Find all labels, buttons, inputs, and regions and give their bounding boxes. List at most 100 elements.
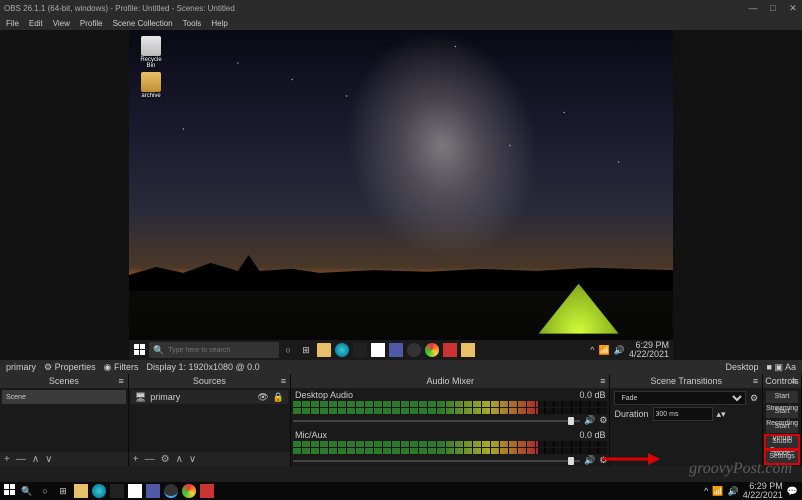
taskview-icon[interactable]: ⊞ xyxy=(56,484,70,498)
menu-help[interactable]: Help xyxy=(211,19,227,28)
search-icon[interactable]: 🔍 xyxy=(20,484,34,498)
up-icon[interactable]: ∧ xyxy=(176,454,183,465)
source-name-label: primary xyxy=(6,362,36,372)
chrome-icon[interactable] xyxy=(425,343,439,357)
tray-up-icon[interactable]: ^ xyxy=(590,345,594,355)
menu-bar: File Edit View Profile Scene Collection … xyxy=(0,16,802,30)
preview-area: Recycle Bin archive 🔍 ○ ⊞ xyxy=(0,30,802,360)
scenes-toolbar: + — ∧ ∨ xyxy=(0,452,128,466)
app-icon-1[interactable] xyxy=(353,343,367,357)
mixer-header: Audio Mixer≡ xyxy=(291,374,610,388)
edge-icon[interactable] xyxy=(335,343,349,357)
filters-button[interactable]: ◉ Filters xyxy=(104,362,139,373)
captured-clock[interactable]: 6:29 PM 4/22/2021 xyxy=(629,341,669,359)
add-icon[interactable]: + xyxy=(133,454,139,465)
gear-icon[interactable]: ⚙ xyxy=(599,455,607,466)
transition-select[interactable]: Fade xyxy=(614,391,746,405)
menu-icon[interactable]: ≡ xyxy=(600,376,605,386)
store-icon[interactable] xyxy=(128,484,142,498)
folder-open-icon[interactable] xyxy=(461,343,475,357)
menu-edit[interactable]: Edit xyxy=(29,19,43,28)
dock-icons[interactable]: ■ ▣ Aa xyxy=(767,362,796,373)
menu-profile[interactable]: Profile xyxy=(80,19,103,28)
obs-icon[interactable] xyxy=(164,484,178,498)
tray-up-icon[interactable]: ^ xyxy=(704,486,708,496)
exit-button[interactable]: Exit xyxy=(765,465,799,466)
gear-icon[interactable]: ⚙ xyxy=(599,415,607,426)
close-icon[interactable]: ✕ xyxy=(788,3,798,13)
teams-icon[interactable] xyxy=(146,484,160,498)
wifi-icon[interactable]: 📶 xyxy=(712,486,723,497)
remove-icon[interactable]: — xyxy=(16,454,26,465)
edge-icon[interactable] xyxy=(92,484,106,498)
menu-view[interactable]: View xyxy=(53,19,70,28)
settings-button[interactable]: Settings xyxy=(765,450,799,464)
captured-system-tray: ^ 📶 🔊 6:29 PM 4/22/2021 xyxy=(590,341,669,359)
app-icon[interactable] xyxy=(110,484,124,498)
gear-icon[interactable]: ⚙ xyxy=(161,454,170,465)
remove-icon[interactable]: — xyxy=(145,454,155,465)
maximize-icon[interactable]: □ xyxy=(768,3,778,13)
speaker-icon[interactable]: 🔊 xyxy=(584,415,595,426)
transitions-panel: Scene Transitions≡ Fade ⚙ Duration ▴▾ xyxy=(610,374,763,466)
menu-scene-collection[interactable]: Scene Collection xyxy=(113,19,173,28)
capture-preview[interactable]: Recycle Bin archive 🔍 ○ ⊞ xyxy=(129,30,673,360)
start-icon[interactable] xyxy=(4,484,16,498)
sources-toolbar: + — ⚙ ∧ ∨ xyxy=(129,452,290,466)
desktop-icon-archive[interactable]: archive xyxy=(137,72,165,99)
up-icon[interactable]: ∧ xyxy=(32,454,39,465)
host-taskbar: 🔍 ○ ⊞ ^ 📶 🔊 6:29 PM 4/22/2021 💬 xyxy=(0,482,802,500)
store-icon[interactable] xyxy=(371,343,385,357)
scenes-header: Scenes≡ xyxy=(0,374,128,388)
search-input[interactable] xyxy=(168,347,275,354)
add-icon[interactable]: + xyxy=(4,454,10,465)
properties-button[interactable]: ⚙ Properties xyxy=(44,362,96,373)
stepper-icon[interactable]: ▴▾ xyxy=(717,409,726,420)
scenes-panel: Scenes≡ Scene + — ∧ ∨ xyxy=(0,374,129,466)
scene-item[interactable]: Scene xyxy=(2,390,126,404)
duration-input[interactable] xyxy=(653,407,713,421)
notifications-icon[interactable]: 💬 xyxy=(787,486,798,497)
desktop-icon-recyclebin[interactable]: Recycle Bin xyxy=(137,36,165,69)
minimize-icon[interactable]: — xyxy=(748,3,758,13)
menu-icon[interactable]: ≡ xyxy=(281,376,286,386)
search-icon: 🔍 xyxy=(153,345,164,356)
mixer-channel-mic: Mic/Aux0.0 dB 🔊⚙ xyxy=(293,430,608,466)
controls-header: Controls≡ xyxy=(763,374,801,388)
sound-icon[interactable]: 🔊 xyxy=(614,345,625,356)
wifi-icon[interactable]: 📶 xyxy=(599,345,610,356)
source-item[interactable]: 🖥 primary 👁 🔒 xyxy=(131,390,288,404)
obs-icon[interactable] xyxy=(407,343,421,357)
duration-label: Duration xyxy=(614,409,648,419)
menu-icon[interactable]: ≡ xyxy=(792,376,797,386)
menu-icon[interactable]: ≡ xyxy=(753,376,758,386)
search-box[interactable]: 🔍 xyxy=(149,342,279,358)
teams-icon[interactable] xyxy=(389,343,403,357)
speaker-icon[interactable]: 🔊 xyxy=(584,455,595,466)
cortana-icon[interactable]: ○ xyxy=(281,343,295,357)
gear-icon[interactable]: ⚙ xyxy=(750,393,758,404)
menu-file[interactable]: File xyxy=(6,19,19,28)
volume-slider[interactable] xyxy=(293,420,580,422)
down-icon[interactable]: ∨ xyxy=(189,454,196,465)
cortana-icon[interactable]: ○ xyxy=(38,484,52,498)
start-streaming-button[interactable]: Start Streaming xyxy=(765,390,799,404)
app-icon-2[interactable] xyxy=(443,343,457,357)
down-icon[interactable]: ∨ xyxy=(45,454,52,465)
sound-icon[interactable]: 🔊 xyxy=(728,486,739,497)
chrome-icon[interactable] xyxy=(182,484,196,498)
visibility-icon[interactable]: 👁 xyxy=(257,392,268,403)
vu-meter xyxy=(293,448,608,454)
explorer-icon[interactable] xyxy=(317,343,331,357)
menu-icon[interactable]: ≡ xyxy=(119,376,124,386)
start-icon[interactable] xyxy=(133,343,147,357)
volume-slider[interactable] xyxy=(293,460,580,462)
menu-tools[interactable]: Tools xyxy=(183,19,202,28)
taskview-icon[interactable]: ⊞ xyxy=(299,343,313,357)
vu-meter xyxy=(293,401,608,407)
host-clock[interactable]: 6:29 PM 4/22/2021 xyxy=(743,482,783,500)
explorer-icon[interactable] xyxy=(74,484,88,498)
captured-taskbar: 🔍 ○ ⊞ ^ 📶 🔊 6:29 PM xyxy=(129,340,673,360)
app-icon[interactable] xyxy=(200,484,214,498)
lock-icon[interactable]: 🔒 xyxy=(273,392,284,403)
